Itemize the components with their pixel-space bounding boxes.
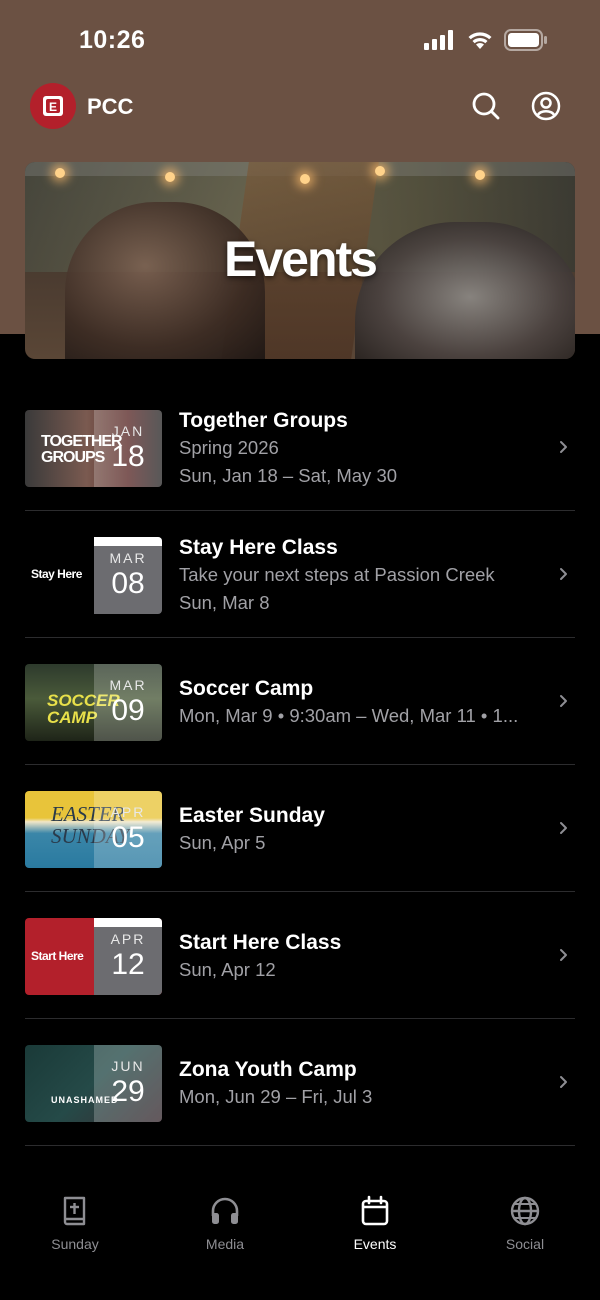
event-thumbnail: TOGETHER GROUPS JAN 18 [25, 410, 162, 487]
church-logo-icon: E [43, 96, 63, 116]
pcc-logo[interactable]: E [30, 83, 76, 129]
event-day: 09 [111, 694, 145, 727]
event-title: Stay Here Class [179, 536, 338, 559]
event-text: Soccer Camp Mon, Mar 9 • 9:30am – Wed, M… [179, 676, 549, 730]
profile-button[interactable] [530, 90, 562, 122]
event-thumbnail: EASTER SUNDAY APR 05 [25, 791, 162, 868]
event-month: APR [110, 804, 146, 820]
status-time: 10:26 [79, 26, 146, 54]
event-day: 29 [111, 1075, 145, 1108]
event-thumbnail: Stay Here MAR 08 [25, 537, 162, 614]
tab-label: Social [505, 1236, 545, 1252]
event-date-range: Mon, Jun 29 – Fri, Jul 3 [179, 1086, 373, 1107]
events-hero-banner: Events [25, 162, 575, 359]
chevron-right-icon [560, 949, 567, 961]
tab-sunday[interactable]: Sunday [0, 1194, 150, 1258]
event-month: JAN [111, 423, 145, 439]
event-month: MAR [109, 677, 147, 693]
event-text: Start Here Class Sun, Apr 12 [179, 930, 549, 984]
calendar-icon [361, 1195, 389, 1226]
event-day: 05 [111, 821, 145, 854]
event-date-range: Sun, Mar 8 [179, 592, 270, 613]
event-date-range: Sun, Jan 18 – Sat, May 30 [179, 465, 398, 486]
search-button[interactable] [470, 90, 502, 122]
brand-name: PCC [87, 94, 134, 119]
tab-label: Sunday [51, 1236, 99, 1252]
wifi-icon [468, 32, 492, 49]
events-list: TOGETHER GROUPS JAN 18 Together Groups S… [25, 384, 575, 1146]
event-date-range: Sun, Apr 5 [179, 832, 266, 853]
event-title: Together Groups [179, 409, 348, 432]
chevron-right-icon [560, 568, 567, 580]
thumbnail-art-text: Stay Here [31, 567, 82, 581]
hero-photo-light [475, 170, 485, 180]
event-item-zona-youth-camp[interactable]: UNASHAMED JUN 29 Zona Youth Camp Mon, Ju… [25, 1019, 575, 1146]
event-day: 18 [111, 440, 145, 473]
status-bar: 10:26 [0, 0, 600, 82]
tab-label: Media [205, 1236, 245, 1252]
chevron-right-icon [560, 441, 567, 453]
event-day: 08 [111, 567, 145, 600]
event-item-soccer-camp[interactable]: SOCCER CAMP MAR 09 Soccer Camp Mon, Mar … [25, 638, 575, 765]
event-item-easter-sunday[interactable]: EASTER SUNDAY APR 05 Easter Sunday Sun, … [25, 765, 575, 892]
event-date-badge: MAR 09 [94, 664, 162, 741]
event-date-badge: APR 12 [94, 918, 162, 995]
status-icons [424, 29, 548, 51]
event-text: Zona Youth Camp Mon, Jun 29 – Fri, Jul 3 [179, 1057, 549, 1111]
tab-media[interactable]: Media [150, 1194, 300, 1258]
event-title: Zona Youth Camp [179, 1058, 357, 1081]
tab-bar: Sunday Media Events Social [0, 1180, 600, 1300]
event-subtitle: Take your next steps at Passion Creek [179, 564, 495, 585]
date-badge-strip [94, 918, 162, 927]
event-title: Start Here Class [179, 931, 342, 954]
hero-photo-light [165, 172, 175, 182]
logo-letter: E [49, 100, 57, 114]
tab-label: Events [353, 1236, 397, 1252]
event-date-badge: JUN 29 [94, 1045, 162, 1122]
event-date-range: Sun, Apr 12 [179, 959, 276, 980]
event-item-together-groups[interactable]: TOGETHER GROUPS JAN 18 Together Groups S… [25, 384, 575, 511]
event-item-stay-here-class[interactable]: Stay Here MAR 08 Stay Here Class Take yo… [25, 511, 575, 638]
date-badge-strip [94, 537, 162, 546]
globe-icon [510, 1196, 540, 1226]
event-title: Soccer Camp [179, 677, 314, 700]
chevron-right-icon [560, 695, 567, 707]
event-date-badge: APR 05 [94, 791, 162, 868]
app-header: E PCC [0, 82, 600, 132]
search-icon [472, 92, 500, 120]
event-text: Stay Here Class Take your next steps at … [179, 535, 549, 617]
event-subtitle: Spring 2026 [179, 437, 279, 458]
cellular-signal-icon [424, 30, 453, 50]
event-month: APR [110, 931, 146, 947]
chevron-right-icon [560, 822, 567, 834]
event-thumbnail: UNASHAMED JUN 29 [25, 1045, 162, 1122]
event-thumbnail: SOCCER CAMP MAR 09 [25, 664, 162, 741]
event-day: 12 [111, 948, 145, 981]
headphones-icon [211, 1197, 239, 1224]
battery-icon [504, 29, 547, 51]
event-item-start-here-class[interactable]: Start Here APR 12 Start Here Class Sun, … [25, 892, 575, 1019]
event-text: Easter Sunday Sun, Apr 5 [179, 803, 549, 857]
event-thumbnail: Start Here APR 12 [25, 918, 162, 995]
event-title: Easter Sunday [179, 804, 325, 827]
event-date-badge: MAR 08 [94, 537, 162, 614]
tab-social[interactable]: Social [450, 1194, 600, 1258]
chevron-right-icon [560, 1076, 567, 1088]
tab-events[interactable]: Events [300, 1194, 450, 1258]
event-month: JUN [111, 1058, 145, 1074]
hero-photo-light [55, 168, 65, 178]
hero-title: Events [224, 231, 378, 287]
hero-photo-light [375, 166, 385, 176]
event-date-range: Mon, Mar 9 • 9:30am – Wed, Mar 11 • 1... [179, 705, 519, 726]
event-month: MAR [109, 550, 147, 566]
bible-icon [63, 1196, 86, 1226]
profile-icon [531, 91, 561, 121]
event-date-badge: JAN 18 [94, 410, 162, 487]
event-text: Together Groups Spring 2026 Sun, Jan 18 … [179, 408, 549, 490]
thumbnail-art-text: Start Here [31, 949, 84, 963]
hero-photo-light [300, 174, 310, 184]
